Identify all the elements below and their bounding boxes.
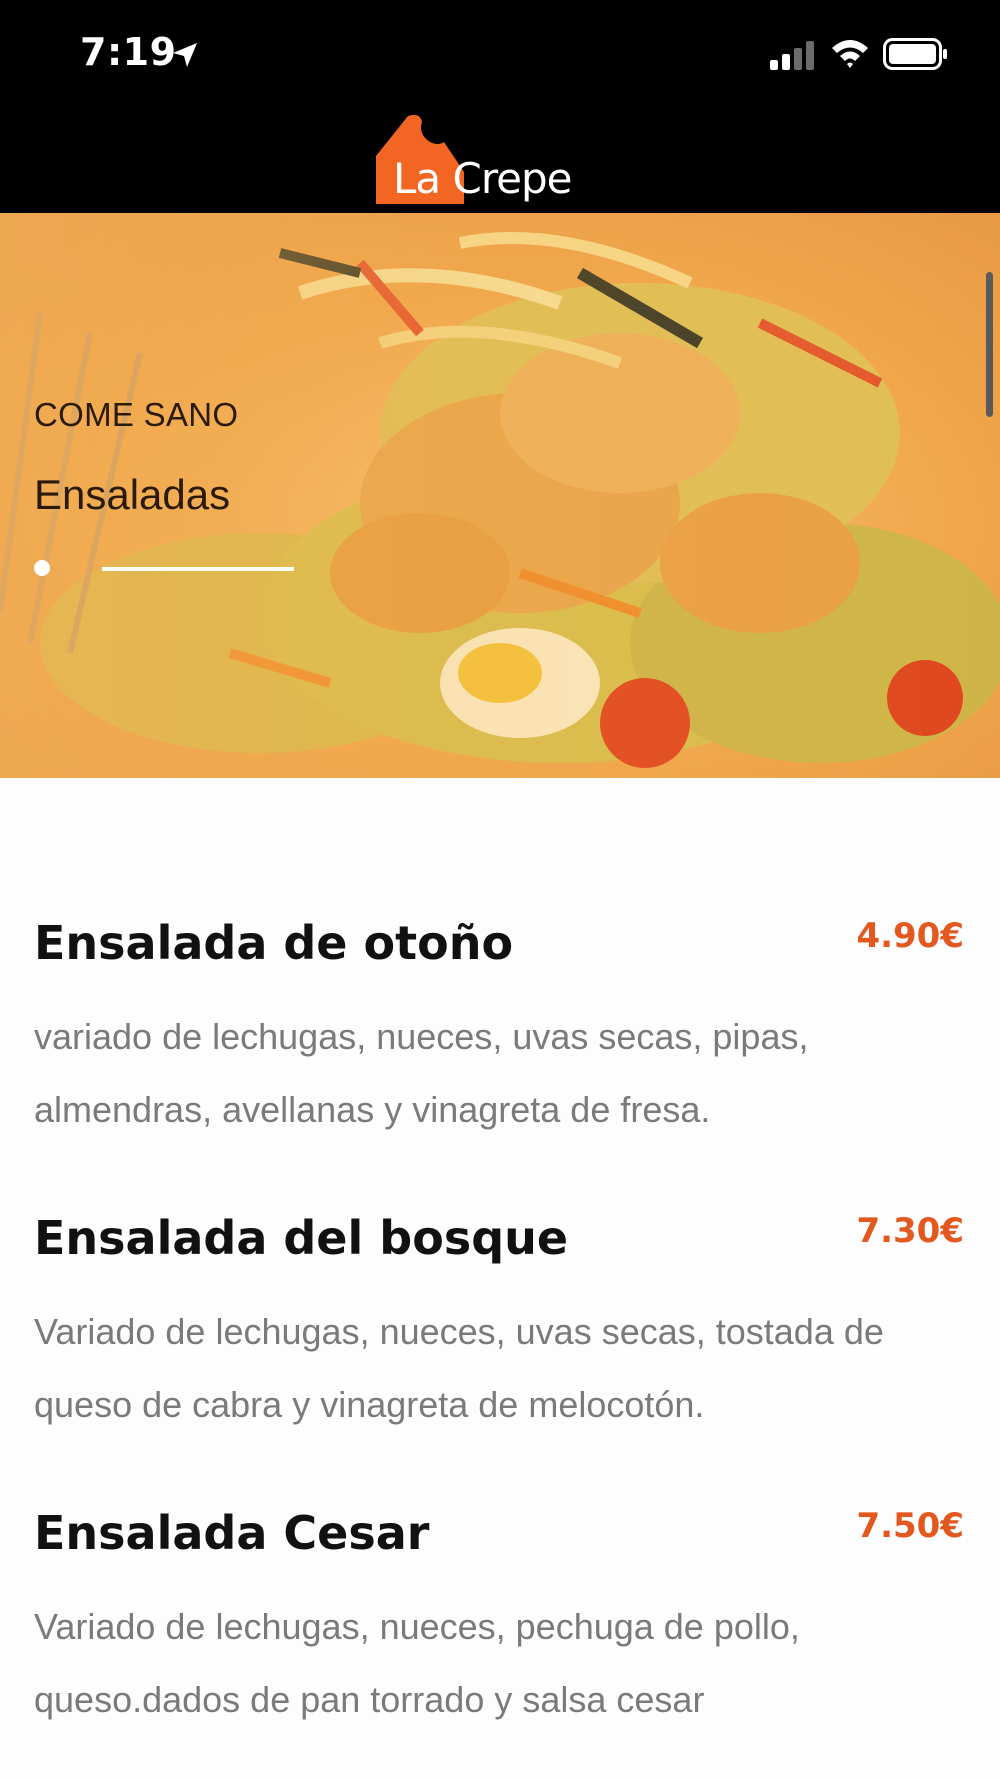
carousel-dot[interactable] (34, 560, 50, 576)
menu-item-description: Variado de lechugas, nueces, uvas secas,… (34, 1311, 884, 1425)
menu-item-price: 7.30€ (856, 1211, 964, 1251)
battery-icon (883, 38, 947, 70)
hero-kicker: COME SANO (34, 396, 239, 433)
wifi-icon (832, 40, 868, 68)
location-arrow-icon (173, 43, 197, 67)
menu-item-name: Ensalada de otoño (34, 916, 514, 970)
logo-text-crepe: Crepe (440, 154, 572, 203)
menu-item-description: variado de lechugas, nueces, uvas secas,… (34, 1016, 809, 1130)
carousel-indicator-line (102, 567, 294, 571)
status-time: 7:19 (80, 30, 177, 74)
signal-icon (770, 41, 814, 70)
menu-item-price: 4.90€ (856, 916, 964, 956)
menu-item-name: Ensalada Cesar (34, 1506, 430, 1560)
hero-banner: COME SANO Ensaladas (0, 213, 1000, 778)
menu-item-description: Variado de lechugas, nueces, pechuga de … (34, 1606, 800, 1720)
menu-item-price: 7.50€ (856, 1506, 964, 1546)
logo-text: La Crepe (393, 154, 573, 203)
menu-item-name: Ensalada del bosque (34, 1211, 569, 1265)
top-bar: 7:19 La Crepe (0, 0, 1000, 213)
logo-text-la: La (393, 154, 441, 203)
hero-title: Ensaladas (34, 471, 231, 518)
scrollbar[interactable] (986, 272, 993, 417)
app-screen: 7:19 La Crepe COME SANO Ensaladas Ensala… (0, 0, 1000, 1778)
